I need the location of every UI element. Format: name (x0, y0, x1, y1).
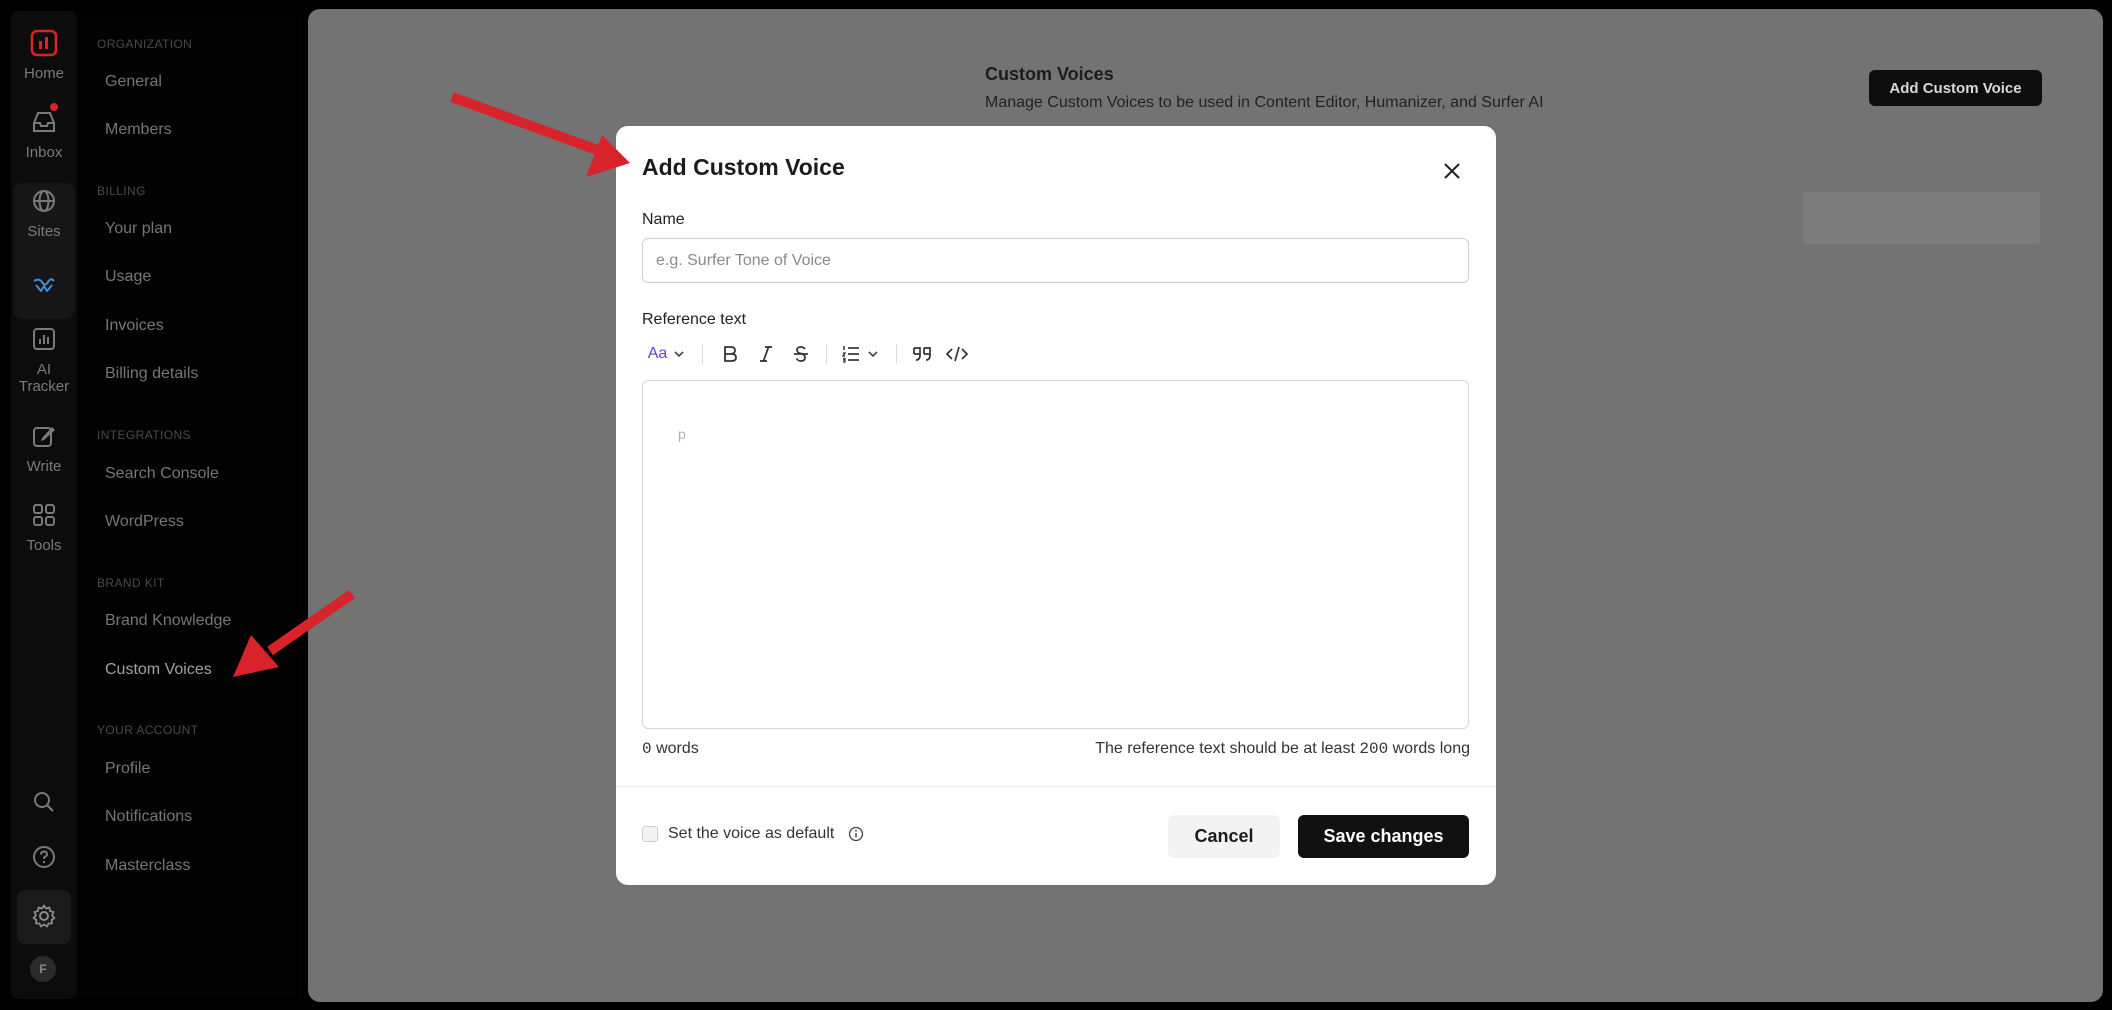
sidebar-item-your-plan[interactable]: Your plan (105, 220, 172, 238)
sidebar-item-search-console[interactable]: Search Console (105, 465, 219, 483)
chevron-down-icon (868, 351, 878, 358)
chevron-down-icon (674, 351, 684, 358)
inbox-icon (30, 108, 58, 136)
rail-label: Tools (26, 537, 62, 554)
rail-item-surfer-wave[interactable] (11, 271, 77, 299)
hint-prefix: The reference text should be at least (1095, 740, 1355, 757)
section-title-your-account: YOUR ACCOUNT (97, 723, 199, 737)
editor-toolbar: Aa (642, 338, 1002, 370)
rail-item-write[interactable]: Write (11, 422, 77, 475)
rail-label: AI Tracker (18, 361, 70, 395)
save-changes-button[interactable]: Save changes (1298, 815, 1469, 858)
blockquote-button[interactable] (908, 338, 936, 370)
sidebar-item-profile[interactable]: Profile (105, 760, 150, 778)
sidebar-item-masterclass[interactable]: Masterclass (105, 857, 190, 875)
sidebar-item-custom-voices[interactable]: Custom Voices (105, 661, 212, 679)
reference-text-editor[interactable]: p (642, 380, 1469, 729)
sidebar-item-members[interactable]: Members (105, 121, 172, 139)
hint-suffix: words long (1392, 740, 1470, 757)
dialog-title: Add Custom Voice (642, 154, 845, 180)
section-title-billing: BILLING (97, 184, 146, 198)
rail-item-tools[interactable]: Tools (11, 501, 77, 554)
bold-button[interactable] (716, 338, 744, 370)
page-title: Custom Voices (985, 64, 1114, 84)
reference-text-label: Reference text (642, 311, 747, 328)
name-label: Name (642, 211, 685, 228)
hint-number: 200 (1359, 740, 1389, 758)
chart-icon (30, 325, 58, 353)
logo-icon (30, 29, 58, 57)
add-custom-voice-button[interactable]: Add Custom Voice (1869, 70, 2042, 106)
sidebar-item-brand-knowledge[interactable]: Brand Knowledge (105, 612, 231, 630)
italic-icon (760, 346, 772, 362)
app-rail: Home Inbox Sites AI Tracker Write Tools … (11, 11, 77, 999)
sidebar-item-notifications[interactable]: Notifications (105, 808, 192, 826)
info-icon[interactable] (848, 826, 864, 842)
quote-icon (913, 347, 931, 361)
globe-icon (30, 187, 58, 215)
help-icon (30, 843, 58, 871)
rail-item-home[interactable]: Home (11, 29, 77, 82)
grid-icon (30, 501, 58, 529)
word-count-hint: The reference text should be at least 20… (1095, 740, 1470, 758)
cancel-button[interactable]: Cancel (1168, 815, 1280, 858)
code-button[interactable] (943, 338, 971, 370)
rail-help-button[interactable] (11, 843, 77, 871)
write-icon (30, 422, 58, 450)
list-dropdown[interactable] (838, 338, 884, 370)
default-voice-checkbox[interactable] (642, 826, 658, 842)
word-count: 0 words (642, 740, 699, 758)
add-custom-voice-dialog: Add Custom Voice Name Reference text Aa (616, 126, 1496, 885)
sidebar-item-general[interactable]: General (105, 73, 162, 91)
text-format-dropdown[interactable]: Aa (644, 338, 690, 370)
sidebar-item-usage[interactable]: Usage (105, 268, 151, 286)
section-title-brand-kit: BRAND KIT (97, 576, 165, 590)
code-icon (946, 346, 968, 362)
sidebar-item-invoices[interactable]: Invoices (105, 317, 164, 335)
rail-item-sites[interactable]: Sites (11, 187, 77, 240)
close-button[interactable] (1437, 156, 1467, 186)
section-title-organization: ORGANIZATION (97, 37, 193, 51)
page-subtitle: Manage Custom Voices to be used in Conte… (985, 94, 1544, 111)
settings-sidebar: ORGANIZATION General Members BILLING You… (77, 11, 302, 999)
rail-label: Sites (27, 223, 61, 240)
editor-placeholder: p (678, 426, 686, 442)
default-voice-label: Set the voice as default (668, 825, 835, 842)
italic-button[interactable] (752, 338, 780, 370)
close-icon (1444, 163, 1460, 179)
section-title-integrations: INTEGRATIONS (97, 428, 191, 442)
search-icon (30, 788, 58, 816)
gear-icon (30, 902, 58, 930)
sidebar-item-wordpress[interactable]: WordPress (105, 513, 184, 531)
rail-label: Write (26, 458, 62, 475)
rail-label: Inbox (25, 144, 63, 161)
rail-search-button[interactable] (11, 788, 77, 816)
ordered-list-icon (842, 346, 859, 363)
rail-item-inbox[interactable]: Inbox (11, 108, 77, 161)
name-input[interactable] (642, 238, 1469, 283)
sidebar-item-billing-details[interactable]: Billing details (105, 365, 198, 383)
text-format-label: Aa (647, 345, 668, 362)
footer-divider (616, 786, 1496, 787)
avatar[interactable]: F (30, 956, 56, 982)
rail-settings-item[interactable] (11, 902, 77, 930)
word-count-number: 0 (642, 740, 652, 758)
strikethrough-button[interactable] (787, 338, 815, 370)
rail-label: Home (23, 65, 64, 82)
notification-badge (50, 103, 58, 111)
bold-icon (724, 346, 737, 362)
rail-item-ai-tracker[interactable]: AI Tracker (11, 325, 77, 395)
word-count-suffix: words (656, 740, 699, 757)
wave-icon (30, 271, 58, 299)
voice-list-row (1803, 192, 2040, 244)
strikethrough-icon (794, 346, 808, 362)
